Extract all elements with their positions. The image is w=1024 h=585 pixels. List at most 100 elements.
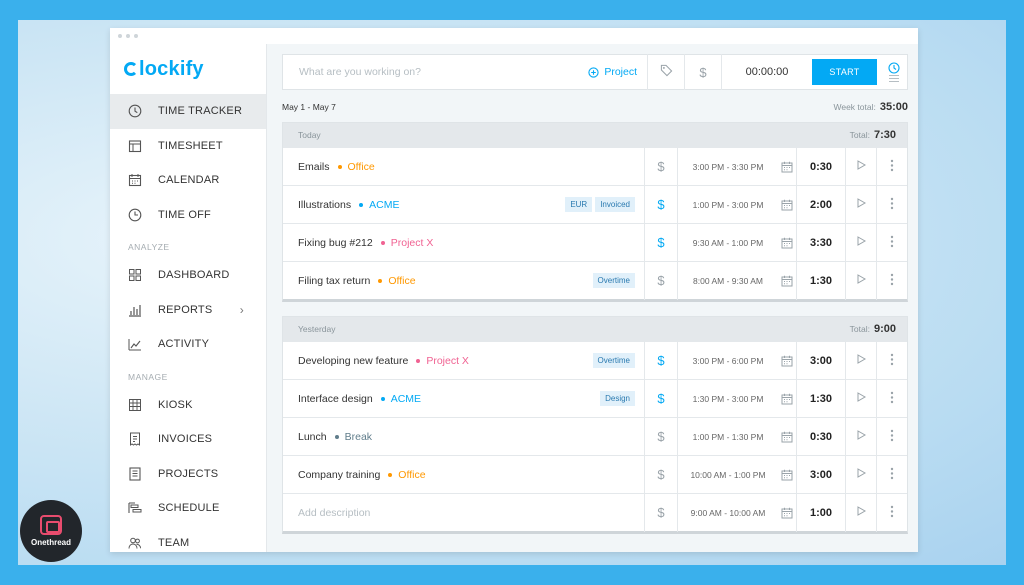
entry-duration[interactable]: 0:30: [797, 161, 845, 173]
tag-badge[interactable]: Overtime: [592, 273, 635, 288]
play-icon[interactable]: [846, 236, 876, 249]
billable-dollar-icon[interactable]: $: [645, 159, 677, 174]
time-range[interactable]: 1:00 PM - 1:30 PM: [678, 432, 778, 442]
sidebar-item-projects[interactable]: PROJECTS: [110, 457, 266, 492]
billable-dollar-icon[interactable]: $: [645, 505, 677, 520]
time-range[interactable]: 9:30 AM - 1:00 PM: [678, 238, 778, 248]
billable-dollar-icon[interactable]: $: [645, 197, 677, 212]
time-range[interactable]: 1:00 PM - 3:00 PM: [678, 200, 778, 210]
sidebar-item-dashboard[interactable]: DASHBOARD: [110, 258, 266, 293]
entry-duration[interactable]: 1:00: [797, 507, 845, 519]
start-button[interactable]: START: [812, 59, 877, 85]
tag-icon[interactable]: [648, 64, 684, 80]
billable-dollar-icon[interactable]: $: [645, 235, 677, 250]
calendar-icon[interactable]: [778, 507, 796, 519]
sidebar-item-kiosk[interactable]: KIOSK: [110, 388, 266, 423]
billable-dollar-icon[interactable]: $: [645, 273, 677, 288]
billable-dollar-icon[interactable]: $: [685, 65, 721, 80]
entry-description[interactable]: Emails Office: [283, 161, 635, 173]
sidebar-item-team[interactable]: TEAM: [110, 526, 266, 553]
entry-duration[interactable]: 2:00: [797, 199, 845, 211]
sidebar-item-time-tracker[interactable]: TIME TRACKER: [110, 94, 266, 129]
play-icon[interactable]: [846, 274, 876, 287]
calendar-icon[interactable]: [778, 237, 796, 249]
play-icon[interactable]: [846, 160, 876, 173]
more-options-icon[interactable]: [877, 467, 907, 483]
time-range[interactable]: 3:00 PM - 6:00 PM: [678, 356, 778, 366]
billable-dollar-icon[interactable]: $: [645, 429, 677, 444]
billable-dollar-icon[interactable]: $: [645, 467, 677, 482]
more-options-icon[interactable]: [877, 197, 907, 213]
entry-duration[interactable]: 3:30: [797, 237, 845, 249]
entry-project[interactable]: Office: [348, 161, 375, 173]
tag-badge[interactable]: Invoiced: [595, 197, 635, 212]
entry-description[interactable]: Company training Office: [283, 469, 635, 481]
more-options-icon[interactable]: [877, 505, 907, 521]
calendar-icon[interactable]: [778, 161, 796, 173]
logo-c-mark: [124, 62, 138, 76]
sidebar-item-schedule[interactable]: SCHEDULE: [110, 491, 266, 526]
play-icon[interactable]: [846, 506, 876, 519]
entry-description[interactable]: Add description: [283, 507, 635, 519]
more-options-icon[interactable]: [877, 235, 907, 251]
tag-badge[interactable]: Overtime: [592, 353, 635, 368]
tag-badge[interactable]: Design: [600, 391, 635, 406]
clockify-logo[interactable]: lockify: [110, 44, 266, 94]
entry-description[interactable]: Lunch Break: [283, 431, 635, 443]
time-entry-row: Developing new feature Project X Overtime $…: [283, 341, 907, 380]
more-options-icon[interactable]: [877, 273, 907, 289]
more-options-icon[interactable]: [877, 353, 907, 369]
entry-duration[interactable]: 1:30: [797, 275, 845, 287]
entry-project[interactable]: Office: [388, 275, 415, 287]
time-range[interactable]: 10:00 AM - 1:00 PM: [678, 470, 778, 480]
sidebar-item-time-off[interactable]: TIME OFF: [110, 198, 266, 233]
calendar-icon[interactable]: [778, 275, 796, 287]
entry-project[interactable]: Office: [398, 469, 425, 481]
entry-project[interactable]: Project X: [391, 237, 434, 249]
entry-project[interactable]: Break: [345, 431, 372, 443]
add-circle-icon: [588, 66, 599, 78]
entry-project[interactable]: ACME: [391, 393, 421, 405]
tag-badge[interactable]: EUR: [565, 197, 593, 212]
mode-toggle[interactable]: [881, 61, 907, 83]
billable-dollar-icon[interactable]: $: [645, 391, 677, 406]
more-options-icon[interactable]: [877, 391, 907, 407]
time-range[interactable]: 1:30 PM - 3:00 PM: [678, 394, 778, 404]
entry-description[interactable]: Fixing bug #212 Project X: [283, 237, 635, 249]
play-icon[interactable]: [846, 198, 876, 211]
entry-project[interactable]: ACME: [369, 199, 399, 211]
entry-description[interactable]: Illustrations ACME: [283, 199, 565, 211]
sidebar-item-invoices[interactable]: INVOICES: [110, 422, 266, 457]
sidebar-item-calendar[interactable]: CALENDAR: [110, 163, 266, 198]
play-icon[interactable]: [846, 392, 876, 405]
calendar-icon[interactable]: [778, 199, 796, 211]
day-total: Total: 9:00: [850, 323, 896, 335]
calendar-icon[interactable]: [778, 355, 796, 367]
entry-project[interactable]: Project X: [426, 355, 469, 367]
project-picker[interactable]: Project: [588, 66, 637, 78]
entry-description[interactable]: Filing tax return Office: [283, 275, 593, 287]
entry-description[interactable]: Developing new feature Project X: [283, 355, 593, 367]
play-icon[interactable]: [846, 354, 876, 367]
play-icon[interactable]: [846, 430, 876, 443]
description-input[interactable]: What are you working on?: [283, 66, 588, 78]
entry-description[interactable]: Interface design ACME: [283, 393, 600, 405]
time-range[interactable]: 9:00 AM - 10:00 AM: [678, 508, 778, 518]
calendar-icon[interactable]: [778, 393, 796, 405]
entry-duration[interactable]: 0:30: [797, 431, 845, 443]
sidebar-item-timesheet[interactable]: TIMESHEET: [110, 129, 266, 164]
sidebar-item-reports[interactable]: REPORTS ›: [110, 293, 266, 328]
calendar-icon[interactable]: [778, 431, 796, 443]
time-entry-row: Emails Office $3:00 PM - 3:30 PM 0:30: [283, 147, 907, 186]
time-range[interactable]: 8:00 AM - 9:30 AM: [678, 276, 778, 286]
time-range[interactable]: 3:00 PM - 3:30 PM: [678, 162, 778, 172]
calendar-icon[interactable]: [778, 469, 796, 481]
play-icon[interactable]: [846, 468, 876, 481]
billable-dollar-icon[interactable]: $: [645, 353, 677, 368]
entry-duration[interactable]: 3:00: [797, 469, 845, 481]
sidebar-item-activity[interactable]: ACTIVITY: [110, 327, 266, 362]
entry-duration[interactable]: 3:00: [797, 355, 845, 367]
more-options-icon[interactable]: [877, 429, 907, 445]
entry-duration[interactable]: 1:30: [797, 393, 845, 405]
more-options-icon[interactable]: [877, 159, 907, 175]
